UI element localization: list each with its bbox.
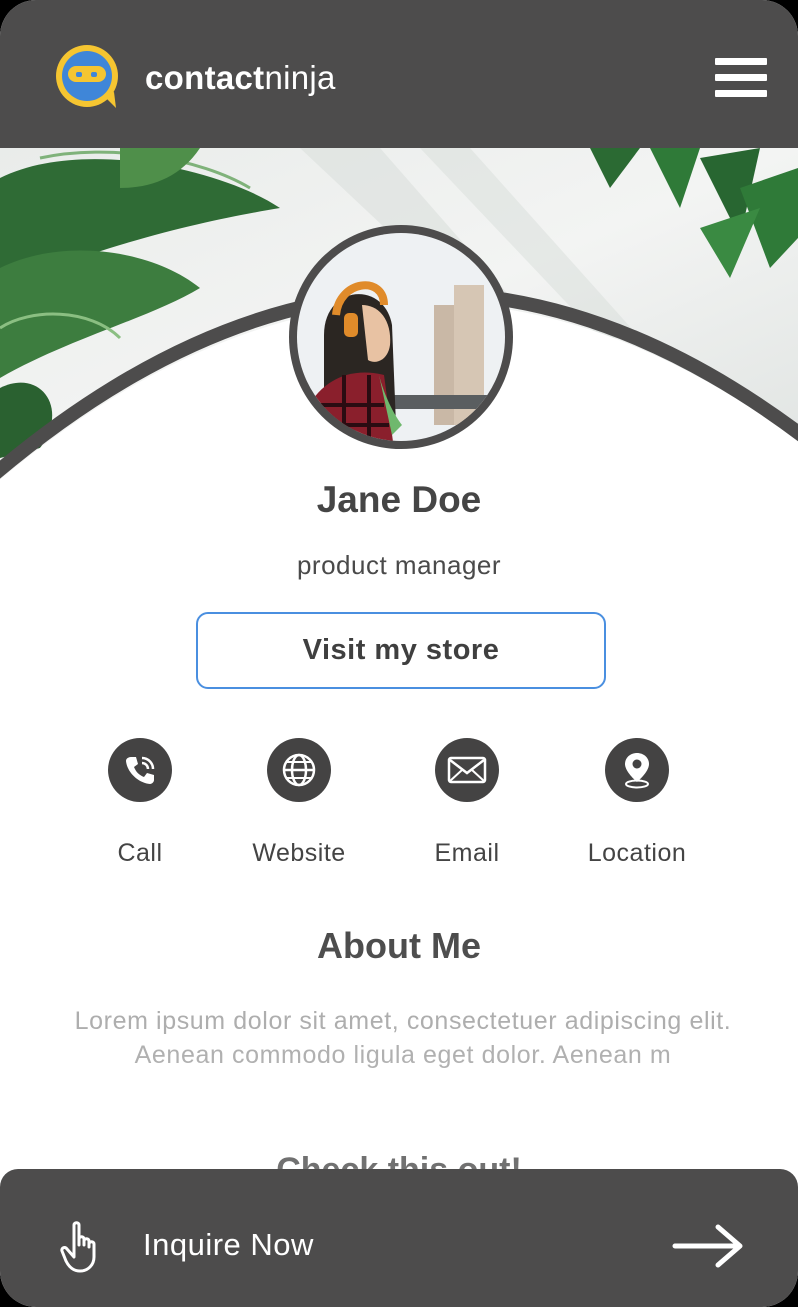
location-label: Location xyxy=(587,839,687,867)
about-heading: About Me xyxy=(317,925,481,966)
brand-name: contactninja xyxy=(145,56,336,100)
email-label: Email xyxy=(434,839,500,867)
visit-store-button[interactable]: Visit my store xyxy=(196,612,606,689)
ninja-logo-icon[interactable] xyxy=(54,44,122,112)
inquire-now-label: Inquire Now xyxy=(143,1227,314,1262)
inquire-now-bar[interactable]: Inquire Now xyxy=(0,1169,798,1307)
brand-name-bold: contact xyxy=(145,59,265,96)
map-pin-icon xyxy=(605,738,669,802)
pointing-hand-icon xyxy=(60,1221,96,1273)
about-text: Lorem ipsum dolor sit amet, consectetuer… xyxy=(74,1007,732,1069)
website-label: Website xyxy=(252,839,346,867)
email-action[interactable]: Email xyxy=(392,738,542,870)
hamburger-menu-icon[interactable] xyxy=(712,54,770,102)
brand-name-light: ninja xyxy=(264,59,336,96)
profile-job-title: product manager xyxy=(296,550,502,580)
arrow-right-icon[interactable] xyxy=(672,1223,744,1269)
call-action[interactable]: Call xyxy=(65,738,215,870)
profile-name: Jane Doe xyxy=(316,479,482,520)
globe-icon xyxy=(267,738,331,802)
phone-icon xyxy=(108,738,172,802)
call-label: Call xyxy=(117,839,163,867)
envelope-icon xyxy=(435,738,499,802)
mobile-profile-page: contactninja Jane Doe product manager Vi… xyxy=(0,0,798,1307)
location-action[interactable]: Location xyxy=(562,738,712,870)
profile-avatar[interactable] xyxy=(284,225,518,449)
website-action[interactable]: Website xyxy=(224,738,374,870)
app-header: contactninja xyxy=(0,0,798,148)
